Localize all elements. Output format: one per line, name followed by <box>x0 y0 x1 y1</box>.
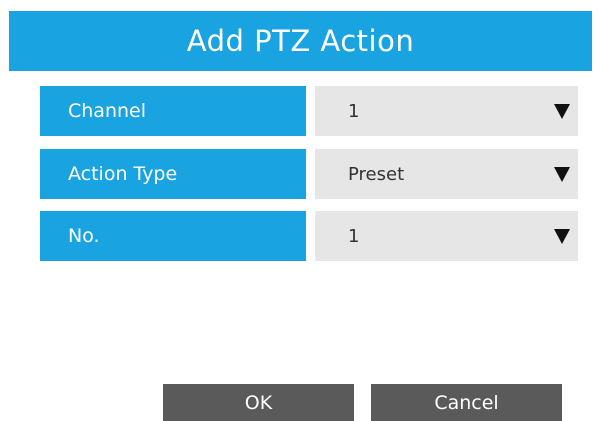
number-select-value: 1 <box>348 225 360 247</box>
add-ptz-action-dialog: Add PTZ Action Channel 1 Action Type Pre… <box>0 0 600 421</box>
action-type-select-value: Preset <box>348 163 405 185</box>
chevron-down-icon[interactable] <box>554 229 570 244</box>
chevron-down-icon[interactable] <box>554 104 570 119</box>
channel-label: Channel <box>40 86 306 136</box>
channel-row: Channel 1 <box>40 86 578 136</box>
dialog-title-bar: Add PTZ Action <box>9 11 592 71</box>
chevron-down-icon[interactable] <box>554 167 570 182</box>
action-type-select[interactable]: Preset <box>315 149 578 199</box>
number-label: No. <box>40 211 306 261</box>
action-type-label: Action Type <box>40 149 306 199</box>
ok-button[interactable]: OK <box>163 384 354 421</box>
number-select[interactable]: 1 <box>315 211 578 261</box>
channel-select[interactable]: 1 <box>315 86 578 136</box>
dialog-footer-area <box>0 280 600 380</box>
cancel-button[interactable]: Cancel <box>371 384 562 421</box>
dialog-title: Add PTZ Action <box>186 24 415 58</box>
channel-select-value: 1 <box>348 100 360 122</box>
action-type-row: Action Type Preset <box>40 149 578 199</box>
number-row: No. 1 <box>40 211 578 261</box>
